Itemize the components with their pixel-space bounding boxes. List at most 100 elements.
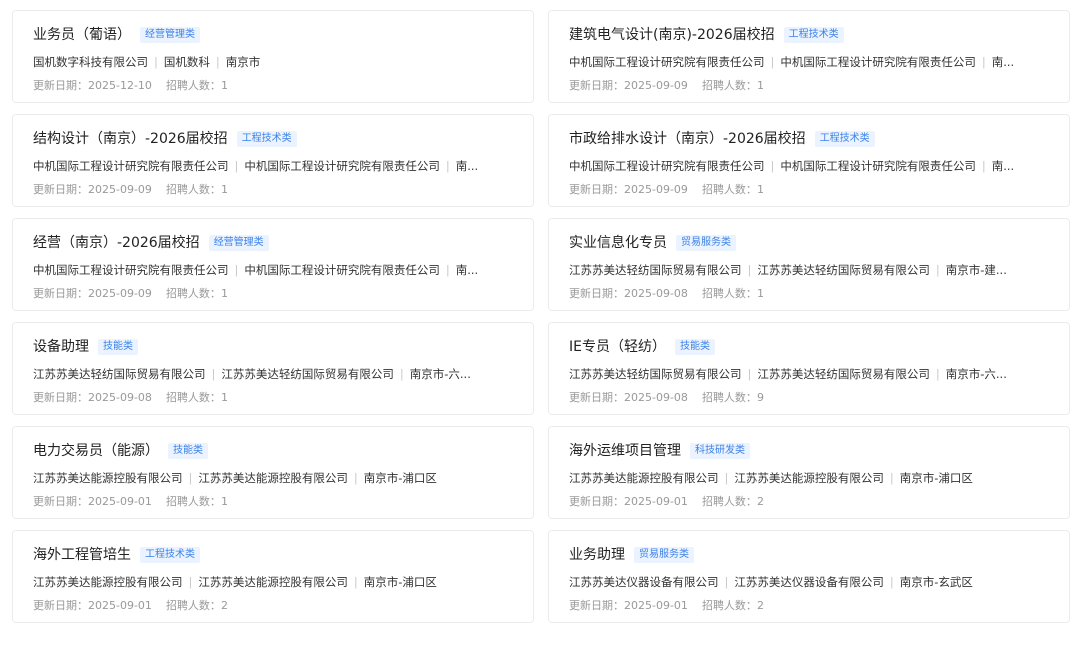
job-location: 南京市-浦口区: [363, 575, 437, 589]
job-company-row: 江苏苏美达仪器设备有限公司 | 江苏苏美达仪器设备有限公司 | 南京市-玄武区: [569, 573, 1049, 591]
job-category-tag: 经营管理类: [140, 27, 200, 43]
company-name: 江苏苏美达轻纺国际贸易有限公司: [569, 367, 742, 381]
separator: |: [889, 575, 894, 589]
org-name: 江苏苏美达能源控股有限公司: [198, 575, 348, 589]
update-date-label: 更新日期：: [33, 183, 88, 196]
job-title[interactable]: 实业信息化专员: [569, 232, 667, 254]
company-name: 江苏苏美达能源控股有限公司: [33, 471, 183, 485]
job-card[interactable]: 经营（南京）-2026届校招 经营管理类 中机国际工程设计研究院有限责任公司 | 中…: [12, 218, 534, 311]
separator: |: [981, 159, 986, 173]
job-title-row: 设备助理 技能类: [33, 336, 513, 358]
update-date-value: 2025-09-08: [624, 391, 688, 404]
job-location: 南京市-建...: [945, 263, 1007, 277]
separator: |: [747, 263, 752, 277]
separator: |: [724, 471, 729, 485]
org-name: 江苏苏美达轻纺国际贸易有限公司: [221, 367, 394, 381]
separator: |: [353, 575, 358, 589]
org-name: 江苏苏美达轻纺国际贸易有限公司: [757, 367, 930, 381]
job-location: 南...: [991, 159, 1015, 173]
job-meta-row: 更新日期：2025-09-01 招聘人数：1: [33, 494, 513, 510]
update-date-value: 2025-09-09: [624, 79, 688, 92]
job-title-row: 结构设计（南京）-2026届校招 工程技术类: [33, 128, 513, 150]
job-title[interactable]: IE专员（轻纺）: [569, 336, 666, 358]
headcount-value: 2: [220, 599, 228, 612]
job-card[interactable]: 市政给排水设计（南京）-2026届校招 工程技术类 中机国际工程设计研究院有限责…: [548, 114, 1070, 207]
separator: |: [234, 159, 239, 173]
company-name: 江苏苏美达能源控股有限公司: [569, 471, 719, 485]
separator: |: [935, 263, 940, 277]
update-date-label: 更新日期：: [33, 599, 88, 612]
headcount-value: 1: [220, 287, 228, 300]
headcount-value: 2: [756, 599, 764, 612]
job-category-tag: 工程技术类: [140, 547, 200, 563]
job-title[interactable]: 市政给排水设计（南京）-2026届校招: [569, 128, 806, 150]
job-title[interactable]: 建筑电气设计(南京)-2026届校招: [569, 24, 775, 46]
headcount-label: 招聘人数：: [165, 391, 221, 404]
update-date-label: 更新日期：: [569, 599, 624, 612]
job-location: 南...: [991, 55, 1015, 69]
job-category-tag: 工程技术类: [783, 27, 844, 43]
job-company-row: 中机国际工程设计研究院有限责任公司 | 中机国际工程设计研究院有限责任公司 | 南...: [569, 157, 1049, 175]
job-title[interactable]: 业务员（葡语）: [33, 24, 131, 46]
separator: |: [981, 55, 986, 69]
job-title[interactable]: 海外工程管培生: [33, 544, 131, 566]
job-title[interactable]: 电力交易员（能源）: [33, 440, 159, 462]
job-company-row: 江苏苏美达轻纺国际贸易有限公司 | 江苏苏美达轻纺国际贸易有限公司 | 南京市-建...: [569, 261, 1049, 279]
job-category-tag: 贸易服务类: [634, 547, 694, 563]
job-meta-row: 更新日期：2025-09-09 招聘人数：1: [569, 182, 1049, 198]
job-location: 南京市-浦口区: [363, 471, 437, 485]
job-meta-row: 更新日期：2025-09-01 招聘人数：2: [569, 494, 1049, 510]
org-name: 江苏苏美达能源控股有限公司: [734, 471, 884, 485]
separator: |: [188, 575, 193, 589]
headcount-value: 1: [220, 79, 228, 92]
update-date-label: 更新日期：: [33, 287, 88, 300]
job-card[interactable]: 海外工程管培生 工程技术类 江苏苏美达能源控股有限公司 | 江苏苏美达能源控股有限公…: [12, 530, 534, 623]
job-company-row: 江苏苏美达轻纺国际贸易有限公司 | 江苏苏美达轻纺国际贸易有限公司 | 南京市-六...: [33, 365, 513, 383]
job-card[interactable]: IE专员（轻纺） 技能类 江苏苏美达轻纺国际贸易有限公司 | 江苏苏美达轻纺国际贸易…: [548, 322, 1070, 415]
job-card[interactable]: 海外运维项目管理 科技研发类 江苏苏美达能源控股有限公司 | 江苏苏美达能源控股有限…: [548, 426, 1070, 519]
company-name: 江苏苏美达仪器设备有限公司: [569, 575, 719, 589]
update-date-value: 2025-09-09: [88, 287, 152, 300]
update-date-value: 2025-09-08: [88, 391, 152, 404]
update-date-value: 2025-09-01: [624, 599, 688, 612]
job-card[interactable]: 结构设计（南京）-2026届校招 工程技术类 中机国际工程设计研究院有限责任公司…: [12, 114, 534, 207]
job-card[interactable]: 建筑电气设计(南京)-2026届校招 工程技术类 中机国际工程设计研究院有限责任…: [548, 10, 1070, 103]
job-meta-row: 更新日期：2025-09-08 招聘人数：1: [569, 286, 1049, 302]
headcount-label: 招聘人数：: [701, 495, 757, 508]
job-title[interactable]: 业务助理: [569, 544, 625, 566]
job-company-row: 江苏苏美达能源控股有限公司 | 江苏苏美达能源控股有限公司 | 南京市-浦口区: [569, 469, 1049, 487]
job-card[interactable]: 业务员（葡语） 经营管理类 国机数字科技有限公司 | 国机数科 | 南京市 更新日期：2…: [12, 10, 534, 103]
separator: |: [154, 55, 158, 69]
job-title-row: 业务员（葡语） 经营管理类: [33, 24, 513, 46]
update-date-label: 更新日期：: [569, 391, 624, 404]
job-card[interactable]: 设备助理 技能类 江苏苏美达轻纺国际贸易有限公司 | 江苏苏美达轻纺国际贸易有限公司…: [12, 322, 534, 415]
job-location: 南京市-玄武区: [899, 575, 973, 589]
job-category-tag: 科技研发类: [690, 443, 750, 459]
update-date-value: 2025-09-01: [624, 495, 688, 508]
job-location: 南京市-六...: [945, 367, 1007, 381]
headcount-label: 招聘人数：: [701, 287, 757, 300]
job-title[interactable]: 结构设计（南京）-2026届校招: [33, 128, 228, 150]
org-name: 江苏苏美达仪器设备有限公司: [734, 575, 884, 589]
job-meta-row: 更新日期：2025-09-08 招聘人数：9: [569, 390, 1049, 406]
job-meta-row: 更新日期：2025-09-01 招聘人数：2: [33, 598, 513, 614]
separator: |: [211, 367, 216, 381]
update-date-value: 2025-09-08: [624, 287, 688, 300]
job-company-row: 国机数字科技有限公司 | 国机数科 | 南京市: [33, 53, 513, 71]
job-card[interactable]: 电力交易员（能源） 技能类 江苏苏美达能源控股有限公司 | 江苏苏美达能源控股有限公…: [12, 426, 534, 519]
job-title[interactable]: 设备助理: [33, 336, 89, 358]
job-company-row: 江苏苏美达能源控股有限公司 | 江苏苏美达能源控股有限公司 | 南京市-浦口区: [33, 469, 513, 487]
headcount-value: 1: [756, 79, 764, 92]
update-date-value: 2025-09-01: [88, 599, 152, 612]
job-company-row: 江苏苏美达能源控股有限公司 | 江苏苏美达能源控股有限公司 | 南京市-浦口区: [33, 573, 513, 591]
headcount-label: 招聘人数：: [165, 599, 221, 612]
separator: |: [445, 159, 450, 173]
job-title[interactable]: 海外运维项目管理: [569, 440, 681, 462]
job-meta-row: 更新日期：2025-09-08 招聘人数：1: [33, 390, 513, 406]
headcount-label: 招聘人数：: [165, 287, 221, 300]
job-title-row: 建筑电气设计(南京)-2026届校招 工程技术类: [569, 24, 1049, 46]
job-title[interactable]: 经营（南京）-2026届校招: [33, 232, 200, 254]
separator: |: [188, 471, 193, 485]
job-card[interactable]: 业务助理 贸易服务类 江苏苏美达仪器设备有限公司 | 江苏苏美达仪器设备有限公司 | 南…: [548, 530, 1070, 623]
job-card[interactable]: 实业信息化专员 贸易服务类 江苏苏美达轻纺国际贸易有限公司 | 江苏苏美达轻纺国际贸…: [548, 218, 1070, 311]
